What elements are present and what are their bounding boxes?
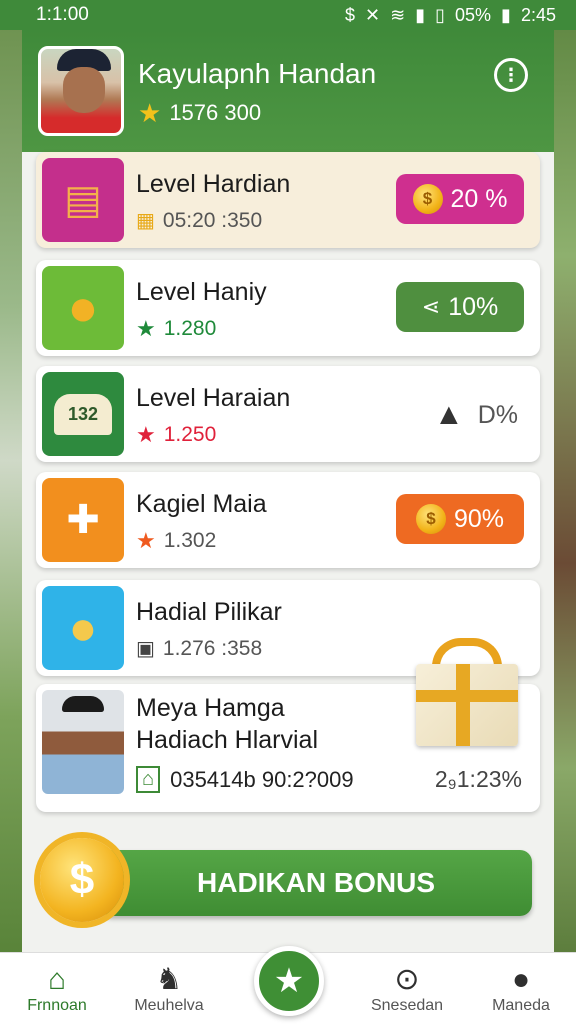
robot-icon: ▣: [136, 638, 155, 660]
badge-text: 20 %: [450, 184, 508, 213]
wifi-icon: ≋: [390, 4, 406, 25]
scale-icon: 132: [42, 372, 124, 456]
nav-tab[interactable]: ♞ Meuhelva: [114, 963, 224, 1015]
card-title: Level Haniy: [136, 278, 267, 306]
calendar-icon: ▦: [136, 210, 155, 232]
level-card[interactable]: ✚ Kagiel Maia ★ 1.302 $ 90%: [36, 472, 540, 568]
level-card[interactable]: 132 Level Haraian ★ 1.250 ▲ D%: [36, 366, 540, 462]
card-title-line1: Meya Hamga: [136, 694, 285, 722]
percent-text: D%: [477, 400, 518, 429]
nav-tab-label: Meuhelva: [134, 997, 204, 1014]
nav-profile[interactable]: ● Maneda: [466, 963, 576, 1015]
user-name: Kayulapnh Handan: [138, 58, 377, 89]
card-meta-text: 1.302: [163, 529, 217, 552]
card-meta-text: 1.276 :358: [162, 636, 263, 660]
status-time-left: 1:1:00: [36, 4, 89, 25]
percent-badge[interactable]: ⋖ 10%: [396, 282, 524, 332]
score-value: 1576 300: [169, 100, 262, 125]
star-icon: ★: [136, 422, 156, 447]
bandage-icon: ✚: [42, 478, 124, 562]
share-icon: ⋖: [421, 294, 441, 319]
info-button[interactable]: ⋮: [494, 58, 528, 92]
card-meta-text: 1.250: [163, 423, 217, 446]
hair-shape: [62, 696, 104, 712]
scale-label: 132: [53, 393, 113, 435]
card-title: Level Hardian: [136, 170, 291, 198]
percent-label: ▲ D%: [434, 398, 518, 432]
bonus-button[interactable]: HADIKAN BONUS: [100, 850, 532, 916]
level-card[interactable]: ▤ Level Hardian ▦ 05:20 :350 $ 20 %: [36, 152, 540, 248]
nav-home[interactable]: ⌂ Frnnoan: [2, 963, 112, 1015]
card-meta: ★ 1.280: [136, 316, 216, 342]
coin-icon: $: [415, 504, 446, 534]
home-icon: ⌂: [47, 963, 67, 996]
card-title: Kagiel Maia: [136, 490, 267, 518]
gift-ribbon-horizontal: [416, 690, 518, 702]
signal-icon: ▮: [415, 4, 426, 25]
dollar-icon: $: [345, 4, 356, 25]
percent-badge[interactable]: $ 90%: [396, 494, 524, 544]
nav-home-label: Frnnoan: [27, 997, 87, 1014]
person-photo: [42, 690, 124, 794]
avatar[interactable]: [38, 46, 124, 136]
user-score: ★ 1576 300: [138, 100, 261, 126]
chat-bubble-icon: ●: [42, 266, 124, 350]
dollar-coin-icon: $: [40, 838, 124, 922]
coin-icon: $: [412, 184, 443, 214]
card-title-line2: Hadiach Hlarvial: [136, 726, 319, 754]
star-icon: ★: [136, 316, 156, 341]
background-palm-left: [0, 0, 22, 1024]
person-icon: ●: [511, 963, 531, 996]
animal-icon: ♞: [155, 963, 183, 996]
profile-header: Kayulapnh Handan ★ 1576 300 ⋮: [22, 30, 554, 152]
face-shape: [63, 67, 105, 113]
status-icons: $ ✕ ≋ ▮ ▯ 05% ▮ 2:45: [345, 5, 556, 26]
books-icon: ▤: [42, 158, 124, 242]
level-card[interactable]: ● Level Haniy ★ 1.280 ⋖ 10%: [36, 260, 540, 356]
card-meta-text: 1.280: [163, 317, 217, 340]
star-icon: ★: [136, 528, 156, 553]
card-title: Hadial Pilikar: [136, 598, 282, 626]
card-meta: ▦ 05:20 :350: [136, 208, 262, 233]
bear-icon: ●: [42, 586, 124, 670]
status-time-right: 2:45: [520, 4, 556, 25]
background-palm-right: [554, 0, 576, 1024]
battery-icon: ▮: [501, 4, 511, 25]
mute-icon: ✕: [365, 4, 381, 25]
card-meta: ★ 1.302: [136, 528, 216, 554]
card-meta: ▣ 1.276 :358: [136, 636, 262, 661]
percent-badge[interactable]: $ 20 %: [396, 174, 524, 224]
card-meta: ⌂ 035414b 90:2?009: [136, 766, 354, 793]
card-meta-text: 05:20 :350: [162, 208, 263, 232]
card-meta: ★ 1.250: [136, 422, 216, 448]
bell-icon: ▲: [434, 398, 464, 431]
star-icon: ★: [138, 98, 162, 128]
gift-box-icon[interactable]: [396, 636, 528, 748]
gift-ribbon-vertical: [456, 664, 470, 746]
search-person-icon: ⊙: [394, 963, 420, 996]
nav-profile-label: Maneda: [492, 997, 550, 1014]
badge-text: 90%: [453, 504, 505, 533]
house-icon: ⌂: [136, 766, 161, 793]
status-bar: 1:1:00 $ ✕ ≋ ▮ ▯ 05% ▮ 2:45: [0, 0, 576, 30]
badge-text: 10%: [448, 292, 499, 321]
favorite-star-button[interactable]: ★: [254, 946, 324, 1016]
percent-text: 2₉1:23%: [434, 766, 522, 792]
nav-tab[interactable]: ⊙ Snesedan: [352, 963, 462, 1015]
nav-tab-label: Snesedan: [370, 997, 444, 1014]
sim-icon: ▯: [435, 4, 446, 25]
card-title: Level Haraian: [136, 384, 291, 412]
battery-percent: 05%: [455, 4, 492, 25]
card-meta-text: 035414b 90:2?009: [170, 766, 354, 792]
